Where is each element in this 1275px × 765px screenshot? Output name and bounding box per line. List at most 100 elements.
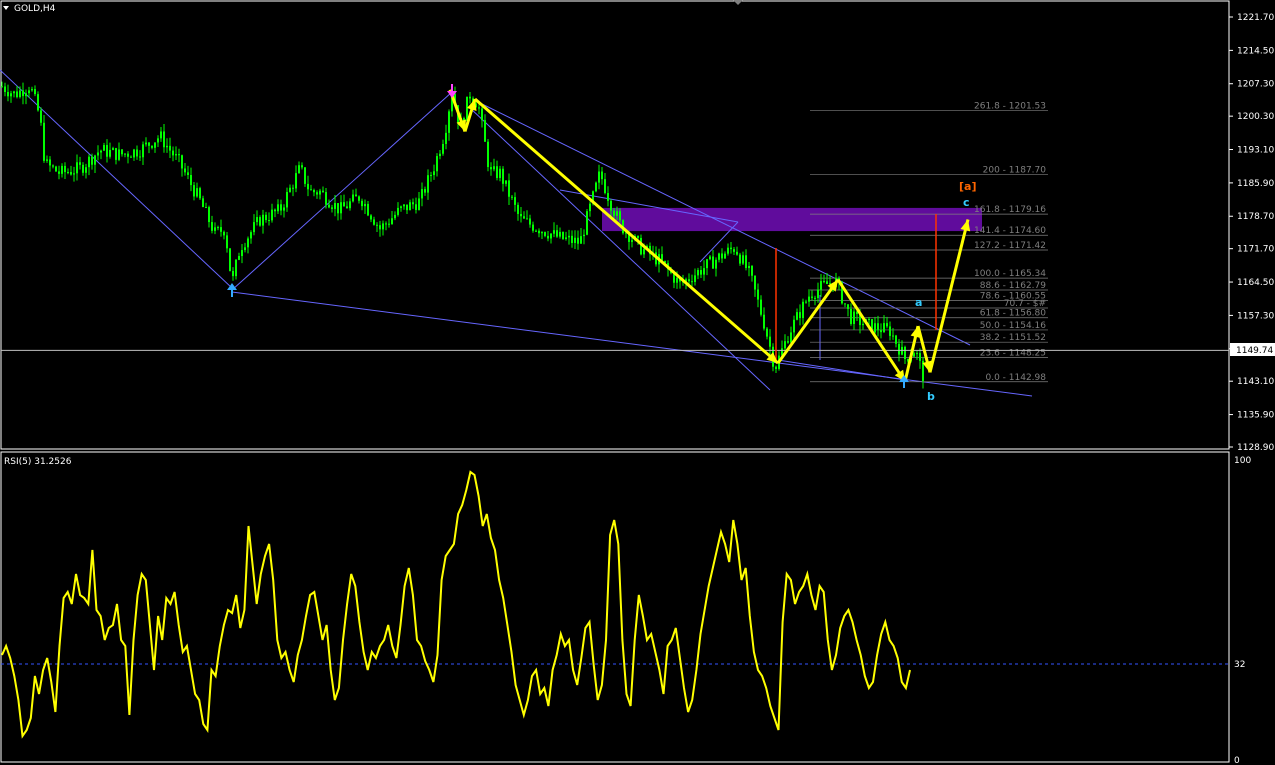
price-tick-label: 1193.10	[1237, 146, 1274, 156]
candle-body	[817, 289, 819, 298]
candle-body	[184, 168, 186, 173]
candle-body	[163, 131, 165, 148]
candle-body	[490, 167, 492, 170]
rsi-series-line	[1, 470, 911, 739]
candle-body	[76, 162, 78, 174]
candle-body	[238, 256, 240, 260]
candle-body	[148, 142, 150, 146]
candle-body	[331, 207, 333, 209]
candle-body	[382, 223, 384, 230]
candle-body	[892, 335, 894, 337]
candle-body	[583, 234, 585, 237]
candle-body	[13, 91, 15, 94]
candle-body	[358, 196, 360, 201]
candle-body	[133, 149, 135, 158]
trend-lines	[0, 69, 1033, 397]
candle-body	[433, 171, 435, 176]
candle-body	[553, 230, 555, 234]
candle-body	[898, 343, 900, 355]
price-axis: 1221.70 1214.50 1207.30 1200.30 1193.10 1185.…	[1229, 13, 1274, 453]
rsi-tick-label: 32	[1234, 660, 1245, 670]
candle-body	[160, 131, 162, 139]
candle-body	[196, 188, 198, 197]
candle-body	[751, 265, 753, 276]
candle-body	[703, 268, 705, 275]
candle-body	[787, 341, 789, 343]
candle-body	[760, 299, 762, 315]
wave-label-main: [a]	[959, 180, 976, 193]
candle-body	[310, 189, 312, 191]
candle-body	[550, 233, 552, 239]
candle-body	[574, 237, 576, 243]
candle-body	[127, 153, 129, 157]
candle-body	[619, 211, 621, 221]
candle-body	[322, 190, 324, 193]
candle-body	[298, 165, 300, 174]
price-tick-label: 1214.50	[1237, 46, 1274, 56]
candle-body	[694, 275, 696, 282]
candle-body	[58, 171, 60, 174]
candle-body	[370, 215, 372, 220]
candle-body	[172, 150, 174, 156]
wave-label-a: a	[915, 296, 922, 309]
candle-body	[211, 222, 213, 231]
candle-body	[562, 231, 564, 239]
candle-body	[706, 259, 708, 269]
candle-body	[112, 148, 114, 150]
price-tick-label: 1164.50	[1237, 278, 1274, 288]
candle-body	[262, 214, 264, 226]
candle-body	[4, 86, 6, 92]
candle-body	[253, 222, 255, 233]
collapse-arrow-icon[interactable]	[3, 6, 9, 10]
candle-body	[61, 165, 63, 174]
candle-body	[220, 227, 222, 232]
candle-body	[811, 296, 813, 298]
candle-body	[604, 179, 606, 194]
candle-body	[379, 225, 381, 230]
candle-body	[697, 270, 699, 276]
candle-body	[586, 211, 588, 235]
candle-body	[556, 230, 558, 237]
candle-body	[715, 259, 717, 269]
candle-body	[205, 207, 207, 209]
candle-body	[517, 204, 519, 214]
candle-body	[610, 200, 612, 211]
candle-body	[28, 90, 30, 94]
rsi-panel-frame	[0, 451, 1230, 763]
candle-body	[31, 89, 33, 91]
candle-body	[541, 232, 543, 234]
candle-body	[343, 202, 345, 207]
candle-body	[355, 194, 357, 197]
candle-body	[808, 296, 810, 302]
candle-body	[19, 90, 21, 98]
candle-body	[511, 196, 513, 198]
candle-body	[49, 159, 51, 166]
candle-body	[7, 91, 9, 97]
candle-body	[487, 141, 489, 168]
candle-body	[514, 197, 516, 205]
candle-body	[850, 308, 852, 324]
candle-body	[502, 168, 504, 184]
candle-body	[721, 253, 723, 259]
candle-body	[124, 153, 126, 155]
fib-label: 261.8 - 1201.53	[974, 101, 1046, 111]
candle-body	[103, 145, 105, 151]
candle-body	[580, 236, 582, 244]
price-tick-label: 1135.90	[1237, 411, 1274, 421]
candle-body	[328, 204, 330, 208]
supply-zone	[602, 207, 982, 232]
scroll-marker-icon	[733, 0, 743, 5]
fib-label: 50.0 - 1154.16	[980, 321, 1046, 331]
candle-body	[319, 190, 321, 195]
candle-body	[688, 279, 690, 282]
candle-body	[397, 207, 399, 215]
candle-body	[493, 166, 495, 170]
candle-body	[547, 235, 549, 239]
candle-body	[154, 142, 156, 148]
candle-body	[145, 142, 147, 145]
candle-body	[889, 326, 891, 336]
candle-body	[340, 202, 342, 214]
channel-line-8	[777, 359, 906, 381]
candle-body	[1, 86, 3, 88]
candle-body	[70, 172, 72, 175]
